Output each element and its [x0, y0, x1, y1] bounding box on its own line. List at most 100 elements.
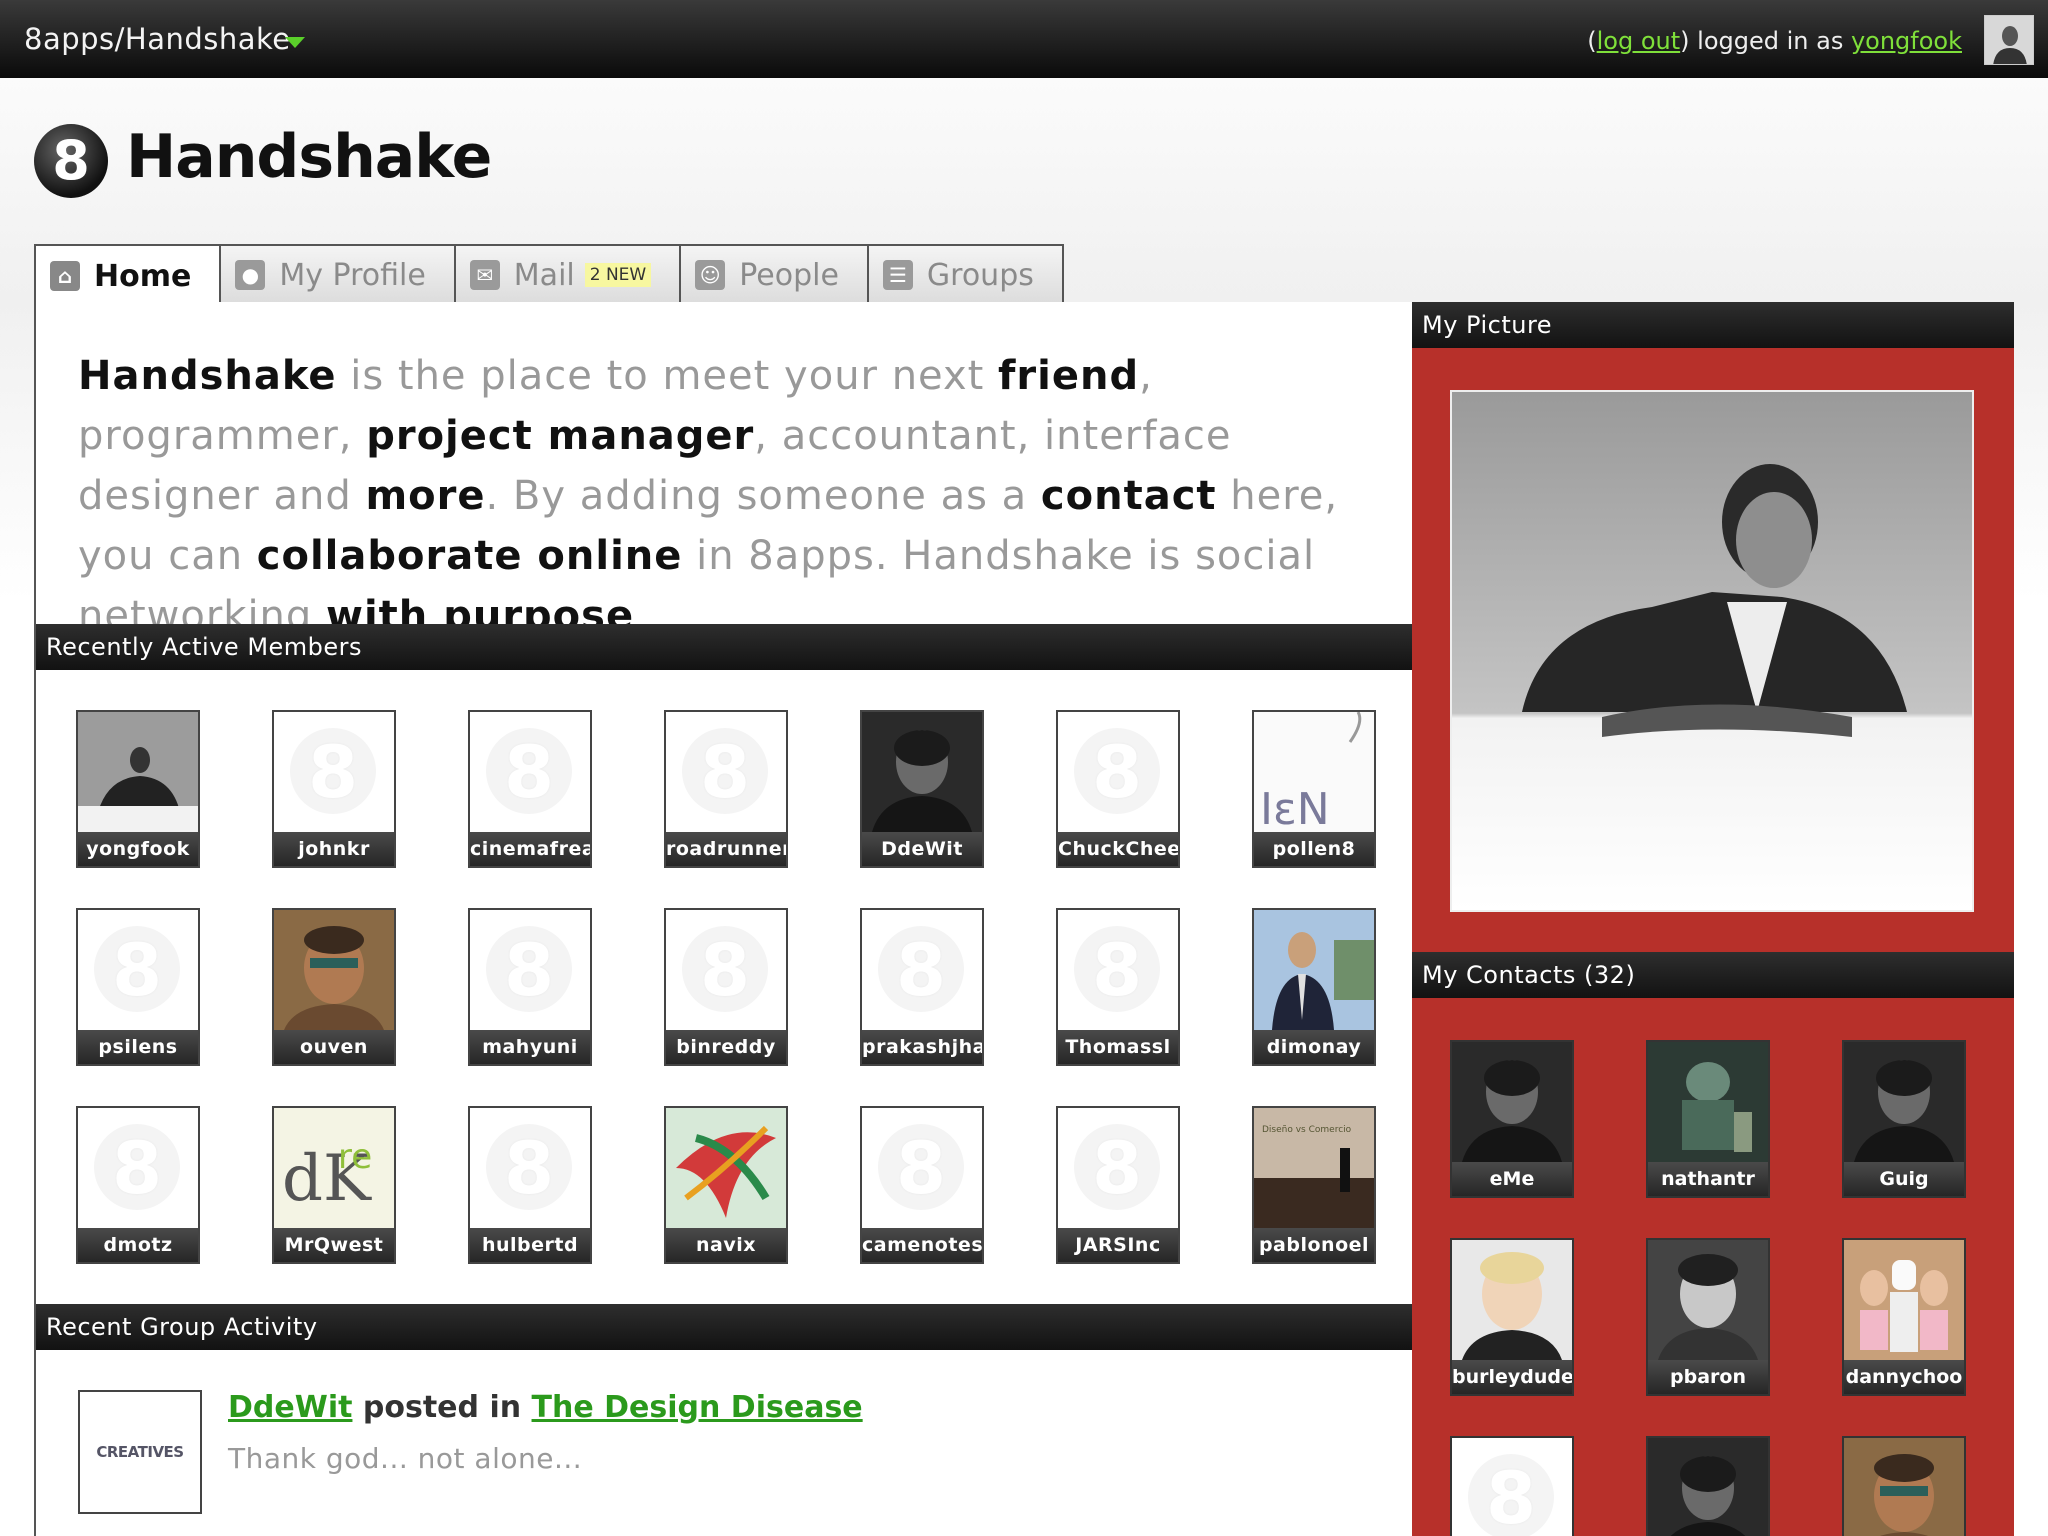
- member-name: JARSInc: [1058, 1228, 1178, 1262]
- placeholder-8-icon: 8: [94, 1124, 180, 1210]
- member-card[interactable]: yongfook: [76, 710, 200, 868]
- member-photo: [1648, 1438, 1768, 1536]
- member-card[interactable]: 8 camenotes: [860, 1106, 984, 1264]
- member-card[interactable]: dimonay: [1252, 908, 1376, 1066]
- activity-user-link[interactable]: DdeWit: [228, 1390, 352, 1425]
- member-name: mahyuni: [470, 1030, 590, 1064]
- tab-home-label: Home: [94, 258, 192, 294]
- member-photo: [1844, 1240, 1964, 1360]
- member-card[interactable]: 8 ChuckCheese: [1056, 710, 1180, 868]
- people-icon: ☺: [695, 260, 726, 290]
- tab-home[interactable]: ⌂ Home: [34, 244, 222, 306]
- member-card[interactable]: DdeWit: [860, 710, 984, 868]
- contact-card[interactable]: Guig: [1842, 1040, 1966, 1198]
- member-card[interactable]: 8 cinemafreak: [468, 710, 592, 868]
- intro-text: Handshake is the place to meet your next…: [78, 346, 1378, 646]
- member-name: dimonay: [1254, 1030, 1374, 1064]
- placeholder-8-icon: 8: [486, 1124, 572, 1210]
- group-thumbnail[interactable]: CREATIVES: [78, 1390, 202, 1514]
- member-photo: 8: [1058, 712, 1178, 832]
- member-card[interactable]: ouven: [272, 908, 396, 1066]
- activity-snippet: Thank god... not alone...: [228, 1442, 583, 1475]
- log-out-link[interactable]: log out: [1597, 27, 1681, 55]
- svg-text:Diseño vs Comercio: Diseño vs Comercio: [1262, 1125, 1352, 1135]
- member-photo: Diseño vs Comercio: [1254, 1108, 1374, 1228]
- member-card[interactable]: 8 mahyuni: [468, 908, 592, 1066]
- tab-people-label: People: [739, 257, 839, 293]
- group-activity-headline: DdeWit posted in The Design Disease: [228, 1390, 863, 1425]
- member-card[interactable]: dK re MrQwest: [272, 1106, 396, 1264]
- tab-my-profile[interactable]: ● My Profile: [219, 244, 456, 304]
- member-photo: [666, 1108, 786, 1228]
- current-user-link[interactable]: yongfook: [1851, 27, 1962, 55]
- intro-keyword: more: [365, 473, 486, 519]
- member-name: nathantr: [1648, 1162, 1768, 1196]
- contact-card[interactable]: 8: [1450, 1436, 1574, 1536]
- recent-members-header: Recently Active Members: [36, 624, 1414, 670]
- member-card[interactable]: 8 psilens: [76, 908, 200, 1066]
- member-photo: 8: [78, 1108, 198, 1228]
- profile-icon: ●: [235, 260, 266, 290]
- member-card[interactable]: 8 roadrunnerm: [664, 710, 788, 868]
- my-picture[interactable]: [1450, 390, 1974, 912]
- member-photo: 8: [78, 910, 198, 1030]
- member-photo: 8: [470, 1108, 590, 1228]
- top-bar: 8apps/Handshake (log out) logged in as y…: [0, 0, 2048, 78]
- tab-people[interactable]: ☺ People: [679, 244, 869, 304]
- contact-card[interactable]: burleydude: [1450, 1238, 1574, 1396]
- intro-segment: . By adding someone as a: [485, 473, 1041, 519]
- member-card[interactable]: 8 Thomassl: [1056, 908, 1180, 1066]
- session-text: ) logged in as: [1680, 27, 1851, 55]
- tab-groups[interactable]: ☰ Groups: [866, 244, 1064, 304]
- placeholder-8-icon: 8: [1074, 1124, 1160, 1210]
- member-card[interactable]: IɛN pollen8: [1252, 710, 1376, 868]
- member-photo: [1452, 1240, 1572, 1360]
- member-card[interactable]: 8 binreddy: [664, 908, 788, 1066]
- member-name: pablonoel: [1254, 1228, 1374, 1262]
- intro-segment: is the place to meet your next: [336, 353, 999, 399]
- placeholder-8-icon: 8: [94, 926, 180, 1012]
- home-icon: ⌂: [50, 261, 80, 291]
- contact-card[interactable]: nathantr: [1646, 1040, 1770, 1198]
- member-name: ouven: [274, 1030, 394, 1064]
- member-photo: 8: [862, 1108, 982, 1228]
- member-card[interactable]: 8 prakashjha: [860, 908, 984, 1066]
- tab-mail[interactable]: ✉ Mail 2 NEW: [453, 244, 682, 304]
- member-photo: dK re: [274, 1108, 394, 1228]
- mail-icon: ✉: [469, 260, 500, 290]
- contact-card[interactable]: [1646, 1436, 1770, 1536]
- session-paren-open: (: [1587, 27, 1597, 55]
- member-card[interactable]: 8 dmotz: [76, 1106, 200, 1264]
- member-photo: 8: [1058, 1108, 1178, 1228]
- member-card[interactable]: 8 johnkr: [272, 710, 396, 868]
- member-photo: 8: [666, 910, 786, 1030]
- member-card[interactable]: Diseño vs Comercio pablonoel: [1252, 1106, 1376, 1264]
- page-title: Handshake: [126, 122, 492, 192]
- contact-card[interactable]: [1842, 1436, 1966, 1536]
- session-info: (log out) logged in as yongfook: [1587, 27, 1962, 55]
- contact-card[interactable]: dannychoo: [1842, 1238, 1966, 1396]
- intro-keyword: project manager: [366, 413, 755, 459]
- svg-text:re: re: [338, 1137, 372, 1177]
- member-name: Guig: [1844, 1162, 1964, 1196]
- contact-card[interactable]: pbaron: [1646, 1238, 1770, 1396]
- member-name: pollen8: [1254, 832, 1374, 866]
- intro-keyword: Handshake: [78, 353, 337, 399]
- member-card[interactable]: 8 hulbertd: [468, 1106, 592, 1264]
- member-name: camenotes: [862, 1228, 982, 1262]
- member-name: ChuckCheese: [1058, 832, 1178, 866]
- member-name: johnkr: [274, 832, 394, 866]
- avatar[interactable]: [1984, 15, 2034, 65]
- member-photo: [1648, 1042, 1768, 1162]
- member-name: roadrunnerm: [666, 832, 786, 866]
- contact-card[interactable]: eMe: [1450, 1040, 1574, 1198]
- member-card[interactable]: 8 JARSInc: [1056, 1106, 1180, 1264]
- member-photo: [862, 712, 982, 832]
- member-name: yongfook: [78, 832, 198, 866]
- app-switcher-label[interactable]: 8apps/Handshake: [24, 22, 291, 56]
- member-card[interactable]: navix: [664, 1106, 788, 1264]
- placeholder-8-icon: 8: [878, 926, 964, 1012]
- chevron-down-icon[interactable]: [285, 37, 305, 48]
- member-name: hulbertd: [470, 1228, 590, 1262]
- activity-group-link[interactable]: The Design Disease: [532, 1390, 863, 1425]
